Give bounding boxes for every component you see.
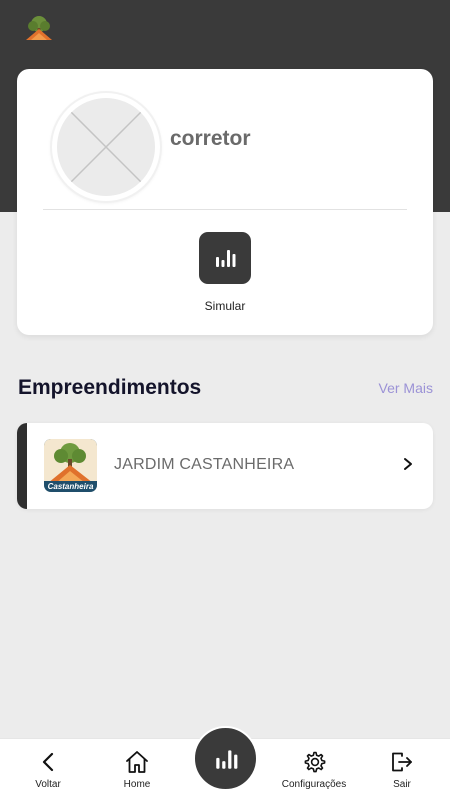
chevron-left-icon xyxy=(42,752,54,772)
avatar-placeholder-image xyxy=(57,98,155,196)
chevron-right-icon xyxy=(404,458,412,470)
simulate-label: Simular xyxy=(204,299,246,313)
project-name: JARDIM CASTANHEIRA xyxy=(114,456,295,473)
avatar[interactable] xyxy=(52,93,160,201)
bar-chart-icon xyxy=(215,749,237,769)
section-title: Empreendimentos xyxy=(18,376,202,399)
project-logo-text: Castanheira xyxy=(48,482,94,491)
nav-simulate-button[interactable] xyxy=(193,726,258,791)
project-card[interactable]: Castanheira JARDIM CASTANHEIRA xyxy=(17,423,433,509)
project-logo: Castanheira xyxy=(44,439,97,492)
logout-icon xyxy=(392,752,412,772)
nav-back-label: Voltar xyxy=(35,779,61,790)
nav-home-label: Home xyxy=(123,779,151,790)
app-logo xyxy=(26,16,52,40)
image-placeholder-icon xyxy=(70,111,142,183)
project-accent-bar xyxy=(17,423,27,509)
gear-icon xyxy=(304,751,326,773)
nav-logout-label: Sair xyxy=(393,779,411,790)
nav-logout[interactable]: Sair xyxy=(384,739,420,800)
nav-settings[interactable]: Configurações xyxy=(276,739,352,800)
profile-card: corretor Simular xyxy=(17,69,433,335)
divider xyxy=(43,209,407,210)
see-more-link[interactable]: Ver Mais xyxy=(379,380,433,396)
nav-home[interactable]: Home xyxy=(116,739,158,800)
bar-chart-icon xyxy=(216,250,236,267)
simulate-button[interactable] xyxy=(199,232,251,284)
nav-settings-label: Configurações xyxy=(281,779,347,790)
nav-back[interactable]: Voltar xyxy=(28,739,68,800)
user-name: corretor xyxy=(170,127,251,150)
home-icon xyxy=(126,751,148,773)
